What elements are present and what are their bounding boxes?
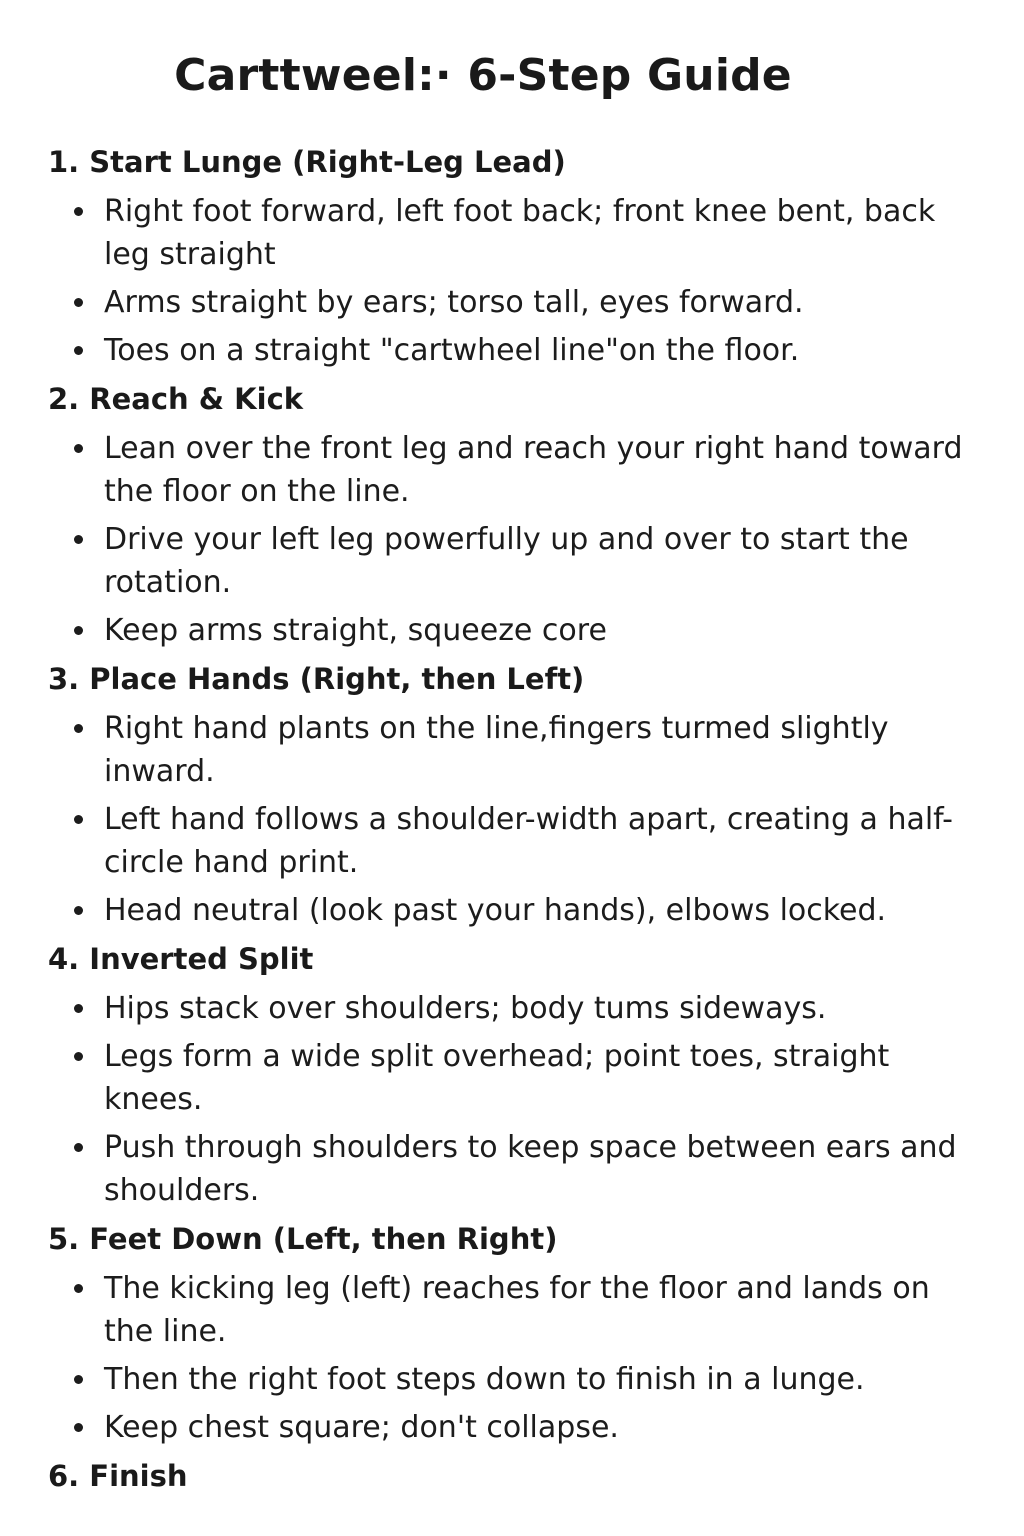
bullet-dot-icon [74,207,83,216]
bullet-item: Keep chest square; don't collapse. [48,1406,988,1449]
page-title: Carttweel:· 6-Step Guide [174,50,792,101]
bullet-dot-icon [74,815,83,824]
bullet-item: Push through shoulders to keep space bet… [48,1126,988,1212]
bullet-text: Right foot forward, left foot back; fron… [104,194,936,272]
bullet-text: Hips stack over shoulders; body tums sid… [104,991,827,1026]
step-section: 5. Feet Down (Left, then Right) The kicki… [48,1217,988,1449]
bullet-item: Hips stack over shoulders; body tums sid… [48,987,988,1030]
bullet-dot-icon [74,1052,83,1061]
step-section: 6. Finish [48,1454,988,1498]
bullet-list: Right foot forward, left foot back; fron… [48,190,988,372]
bullet-item: Right hand plants on the line,fingers tu… [48,707,988,793]
step-section: 3. Place Hands (Right, then Left) Right h… [48,657,988,932]
bullet-text: Push through shoulders to keep space bet… [104,1130,957,1208]
bullet-text: The kicking leg (left) reaches for the f… [104,1271,930,1349]
bullet-dot-icon [74,724,83,733]
bullet-list: Lean over the front leg and reach your r… [48,427,988,652]
bullet-text: Left hand follows a shoulder-width apart… [104,802,953,880]
step-heading: 4. Inverted Split [48,942,314,976]
bullet-text: Keep arms straight, squeeze core [104,613,607,648]
steps-list: 1. Start Lunge (Right-Leg Lead) Right foo… [48,140,988,1504]
bullet-text: Right hand plants on the line,fingers tu… [104,711,889,789]
bullet-item: The kicking leg (left) reaches for the f… [48,1267,988,1353]
bullet-text: Drive your left leg powerfully up and ov… [104,522,909,600]
bullet-text: Arms straight by ears; torso tall, eyes … [104,285,804,320]
bullet-text: Toes on a straight "cartwheel line"on th… [104,333,800,368]
step-heading: 5. Feet Down (Left, then Right) [48,1222,558,1256]
bullet-text: Then the right foot steps down to finish… [104,1362,865,1397]
bullet-list: Hips stack over shoulders; body tums sid… [48,987,988,1212]
step-heading: 3. Place Hands (Right, then Left) [48,662,585,696]
bullet-text: Lean over the front leg and reach your r… [104,431,963,509]
bullet-item: Right foot forward, left foot back; fron… [48,190,988,276]
bullet-item: Toes on a straight "cartwheel line"on th… [48,329,988,372]
step-heading: 1. Start Lunge (Right-Leg Lead) [48,145,566,179]
bullet-item: Keep arms straight, squeeze core [48,609,988,652]
bullet-dot-icon [74,1284,83,1293]
bullet-item: Drive your left leg powerfully up and ov… [48,518,988,604]
bullet-dot-icon [74,1423,83,1432]
bullet-dot-icon [74,626,83,635]
bullet-dot-icon [74,1004,83,1013]
bullet-dot-icon [74,444,83,453]
bullet-dot-icon [74,1143,83,1152]
bullet-item: Head neutral (look past your hands), elb… [48,889,988,932]
bullet-item: Arms straight by ears; torso tall, eyes … [48,281,988,324]
bullet-dot-icon [74,298,83,307]
bullet-list: Right hand plants on the line,fingers tu… [48,707,988,932]
bullet-dot-icon [74,1375,83,1384]
step-section: 1. Start Lunge (Right-Leg Lead) Right foo… [48,140,988,372]
bullet-list: The kicking leg (left) reaches for the f… [48,1267,988,1449]
bullet-item: Lean over the front leg and reach your r… [48,427,988,513]
bullet-dot-icon [74,535,83,544]
bullet-item: Left hand follows a shoulder-width apart… [48,798,988,884]
bullet-item: Legs form a wide split overhead; point t… [48,1035,988,1121]
bullet-text: Legs form a wide split overhead; point t… [104,1039,890,1117]
bullet-dot-icon [74,346,83,355]
bullet-dot-icon [74,906,83,915]
bullet-text: Keep chest square; don't collapse. [104,1410,619,1445]
step-section: 2. Reach & Kick Lean over the front leg a… [48,377,988,652]
bullet-item: Then the right foot steps down to finish… [48,1358,988,1401]
step-section: 4. Inverted Split Hips stack over shoulde… [48,937,988,1212]
step-heading: 6. Finish [48,1459,188,1493]
bullet-text: Head neutral (look past your hands), elb… [104,893,887,928]
step-heading: 2. Reach & Kick [48,382,304,416]
